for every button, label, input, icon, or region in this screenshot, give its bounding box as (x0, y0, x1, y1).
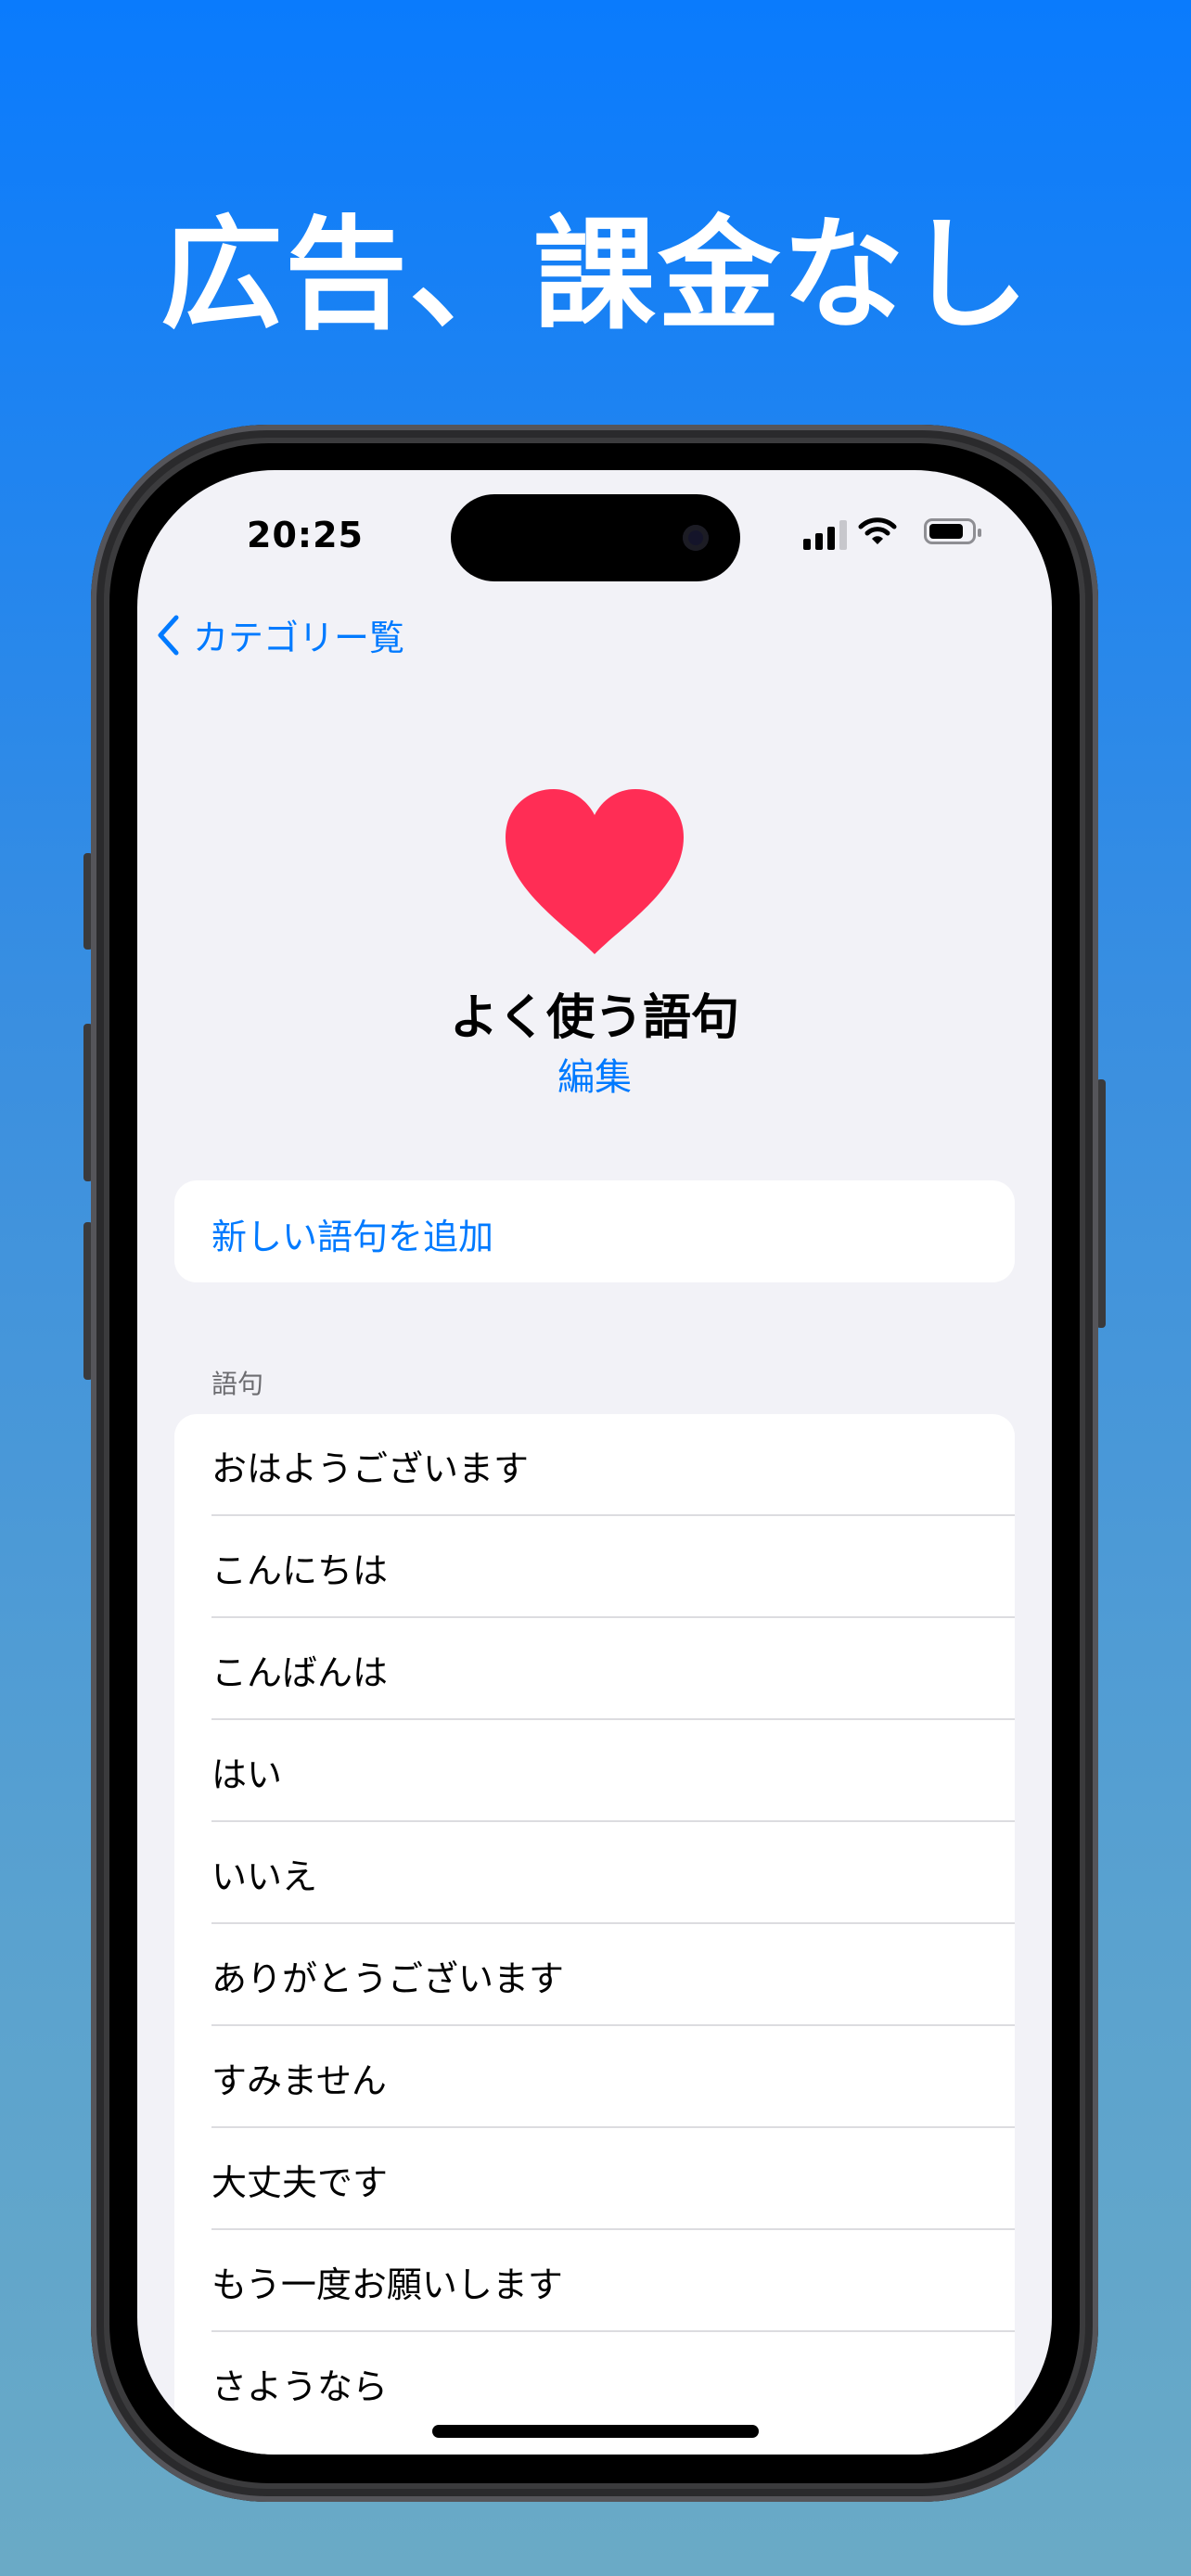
list-item[interactable]: さようなら (174, 2332, 1015, 2434)
section-header: 語句 (211, 1369, 264, 1399)
list-item[interactable]: はい (174, 1720, 1015, 1822)
chevron-left-icon (158, 615, 179, 655)
promo-headline: 広告、課金なし (160, 204, 1031, 347)
battery-icon (924, 518, 981, 544)
heart-icon (506, 789, 684, 954)
phone-screen: 20:25 カテゴリー覧 よく使う語句 編集 新しい語句を追加 語句 おはようご… (137, 470, 1052, 2455)
list-item[interactable]: おはようございます (174, 1414, 1015, 1516)
list-item[interactable]: いいえ (174, 1822, 1015, 1924)
list-item[interactable]: 大丈夫です (174, 2128, 1015, 2230)
phrase-list: おはようございます こんにちは こんばんは はい いいえ ありがとうございます … (174, 1414, 1015, 2455)
wifi-icon (858, 517, 897, 544)
list-item[interactable]: ありがとうございます (174, 1924, 1015, 2026)
status-time: 20:25 (247, 515, 364, 555)
add-phrase-button[interactable]: 新しい語句を追加 (174, 1180, 1015, 1282)
back-label: カテゴリー覧 (193, 618, 405, 658)
list-item[interactable]: もう一度お願いします (174, 2230, 1015, 2332)
add-phrase-label: 新しい語句を追加 (211, 1217, 494, 1257)
list-item[interactable]: こんばんは (174, 1618, 1015, 1720)
category-title: よく使う語句 (449, 990, 739, 1046)
list-item[interactable]: すみません (174, 2026, 1015, 2128)
cellular-signal-icon (803, 518, 850, 550)
home-indicator[interactable] (432, 2425, 759, 2438)
list-item[interactable]: こんにちは (174, 1516, 1015, 1618)
dynamic-island (451, 494, 740, 581)
edit-button[interactable]: 編集 (557, 1056, 632, 1099)
back-button[interactable]: カテゴリー覧 (156, 609, 404, 660)
camera-icon (683, 525, 709, 551)
